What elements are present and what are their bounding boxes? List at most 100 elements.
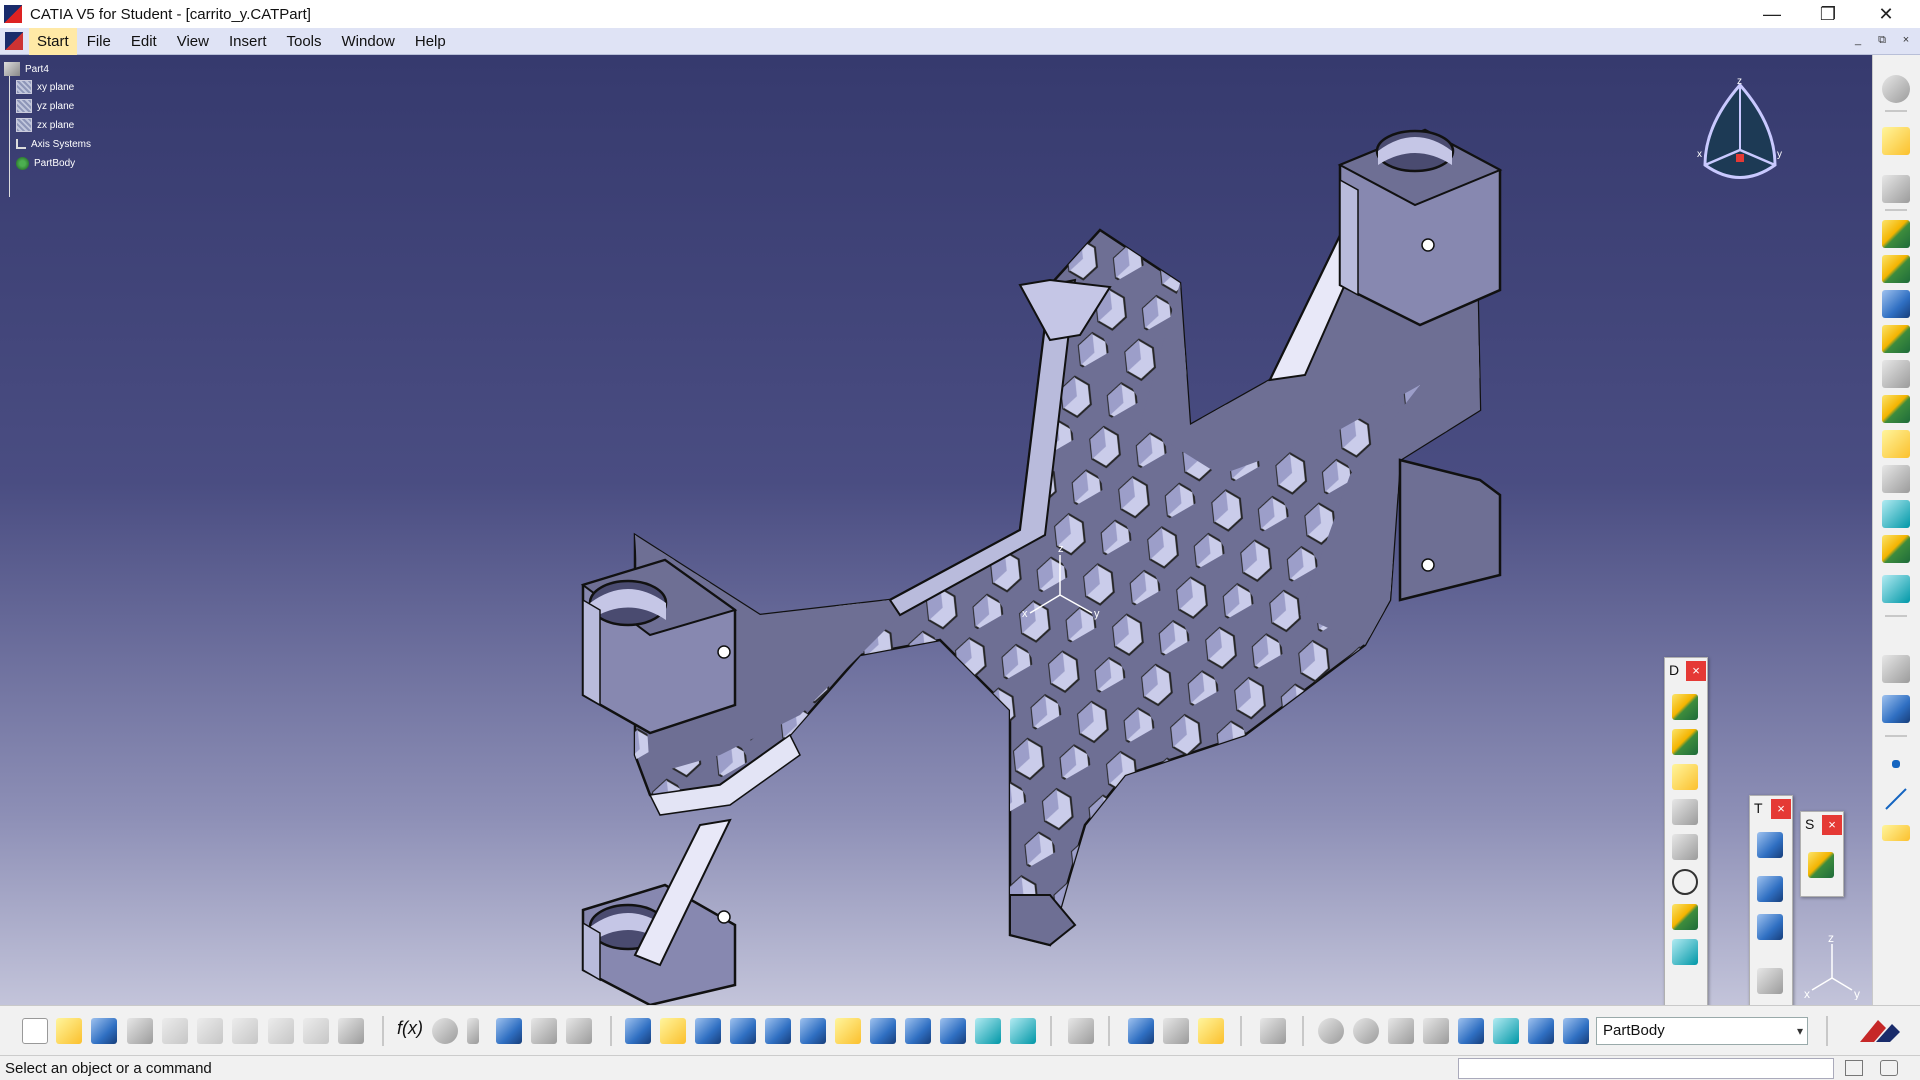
doc-restore-button[interactable]: ⧉ [1874, 34, 1890, 47]
tree-item-partbody[interactable]: PartBody [16, 153, 75, 173]
plane-tool-icon[interactable] [1882, 825, 1910, 841]
menu-edit[interactable]: Edit [121, 28, 167, 55]
sketcher-icon[interactable] [1882, 175, 1910, 203]
tree-root[interactable]: Part4 [4, 59, 49, 79]
thread-icon[interactable] [1672, 869, 1698, 895]
split-icon[interactable] [1808, 852, 1834, 878]
update-all-icon[interactable] [1068, 1018, 1094, 1044]
slot-icon[interactable] [1882, 430, 1910, 458]
close-icon[interactable]: × [1822, 815, 1842, 835]
line-icon[interactable] [1882, 785, 1910, 813]
knowledge-advisor-icon[interactable] [432, 1018, 458, 1044]
pad-icon[interactable] [1882, 220, 1910, 248]
doc-close-button[interactable]: × [1898, 34, 1914, 46]
catalog-browser-icon[interactable] [1353, 1018, 1379, 1044]
axis-system-icon[interactable] [1388, 1018, 1414, 1044]
fit-all-icon[interactable] [660, 1018, 686, 1044]
boolean-operations-icon[interactable] [1882, 655, 1910, 683]
draft-icon[interactable] [1672, 764, 1698, 790]
undo-icon[interactable] [268, 1018, 294, 1044]
chamfer-icon[interactable] [1672, 729, 1698, 755]
redo-icon[interactable] [303, 1018, 329, 1044]
apply-material-icon[interactable] [566, 1018, 592, 1044]
maximize-view-icon[interactable] [1845, 1060, 1863, 1076]
menu-insert[interactable]: Insert [219, 28, 277, 55]
zoom-out-icon[interactable] [800, 1018, 826, 1044]
body-insert-icon[interactable] [1882, 695, 1910, 723]
measure-inertia-icon[interactable] [1198, 1018, 1224, 1044]
hide-show-icon[interactable] [975, 1018, 1001, 1044]
close-icon[interactable]: × [1686, 661, 1706, 681]
close-icon[interactable]: × [1771, 799, 1791, 819]
grid-snap-icon[interactable] [1423, 1018, 1449, 1044]
restore-button[interactable]: ❐ [1800, 0, 1856, 28]
capture-camera-icon[interactable] [1260, 1018, 1286, 1044]
reference-elements-icon[interactable] [1493, 1018, 1519, 1044]
save-icon[interactable] [91, 1018, 117, 1044]
minimize-button[interactable]: — [1744, 0, 1800, 28]
menu-file[interactable]: File [77, 28, 121, 55]
fillet-icon[interactable] [1672, 694, 1698, 720]
doc-minimize-button[interactable]: _ [1850, 34, 1866, 46]
shading-icon[interactable] [940, 1018, 966, 1044]
paste-icon[interactable] [232, 1018, 258, 1044]
swap-visible-space-icon[interactable] [1010, 1018, 1036, 1044]
menu-window[interactable]: Window [332, 28, 405, 55]
settings-gear-icon[interactable] [1882, 75, 1910, 103]
multi-sections-solid-icon[interactable] [1882, 500, 1910, 528]
translation-icon[interactable] [1757, 832, 1783, 858]
menu-view[interactable]: View [167, 28, 219, 55]
isometric-view-icon[interactable] [905, 1018, 931, 1044]
design-table-icon[interactable] [496, 1018, 522, 1044]
3d-viewport[interactable]: z x y Part4 xy plane yz plane zx plane A… [0, 55, 1872, 1005]
tree-item-xy-plane[interactable]: xy plane [16, 77, 74, 97]
menu-tools[interactable]: Tools [276, 28, 331, 55]
select-arrow-icon[interactable] [1882, 127, 1910, 155]
formula-icon[interactable]: f(x) [397, 1018, 423, 1044]
tree-item-axis-systems[interactable]: Axis Systems [16, 134, 91, 154]
define-work-object-icon[interactable] [1563, 1018, 1589, 1044]
print-icon[interactable] [127, 1018, 153, 1044]
zoom-in-icon[interactable] [765, 1018, 791, 1044]
menu-help[interactable]: Help [405, 28, 456, 55]
tree-item-yz-plane[interactable]: yz plane [16, 96, 74, 116]
multi-view-icon[interactable] [870, 1018, 896, 1044]
rotate-icon[interactable] [730, 1018, 756, 1044]
fly-mode-icon[interactable] [625, 1018, 651, 1044]
shaft-icon[interactable] [1882, 290, 1910, 318]
current-body-select[interactable]: PartBody ▾ [1596, 1017, 1808, 1045]
replace-face-icon[interactable] [1672, 939, 1698, 965]
groove-icon[interactable] [1882, 325, 1910, 353]
removed-multi-sections-icon[interactable] [1882, 535, 1910, 563]
compass[interactable]: z x y [1690, 75, 1800, 195]
update-icon[interactable] [1318, 1018, 1344, 1044]
thickness-icon[interactable] [1672, 834, 1698, 860]
rectangular-pattern-icon[interactable] [1757, 914, 1783, 940]
new-document-icon[interactable] [22, 1018, 48, 1044]
pocket-icon[interactable] [1882, 255, 1910, 283]
mirror-icon[interactable] [1757, 876, 1783, 902]
3d-constraints-icon[interactable] [1458, 1018, 1484, 1044]
whats-this-icon[interactable] [338, 1018, 364, 1044]
floating-toolbar-transformation[interactable]: T × [1749, 795, 1793, 1005]
start-icon[interactable] [5, 32, 23, 50]
knowledge-icon[interactable] [467, 1018, 479, 1044]
point-icon[interactable] [1892, 760, 1900, 768]
close-button[interactable]: ✕ [1858, 0, 1914, 28]
part-geometry[interactable]: z x y [0, 55, 1872, 1005]
copy-icon[interactable] [197, 1018, 223, 1044]
stiffener-icon[interactable] [1882, 465, 1910, 493]
open-folder-icon[interactable] [56, 1018, 82, 1044]
measure-icon[interactable] [1528, 1018, 1554, 1044]
camera-toggle-icon[interactable] [1880, 1060, 1898, 1076]
law-icon[interactable] [531, 1018, 557, 1044]
floating-toolbar-surface[interactable]: S × [1800, 811, 1844, 897]
measure-between-icon[interactable] [1128, 1018, 1154, 1044]
remove-face-icon[interactable] [1672, 904, 1698, 930]
floating-toolbar-dressup[interactable]: D × [1664, 657, 1708, 1005]
tree-item-zx-plane[interactable]: zx plane [16, 115, 74, 135]
menu-start[interactable]: Start [29, 27, 77, 55]
shell-icon[interactable] [1672, 799, 1698, 825]
power-input-field[interactable] [1458, 1058, 1834, 1079]
hole-icon[interactable] [1882, 360, 1910, 388]
